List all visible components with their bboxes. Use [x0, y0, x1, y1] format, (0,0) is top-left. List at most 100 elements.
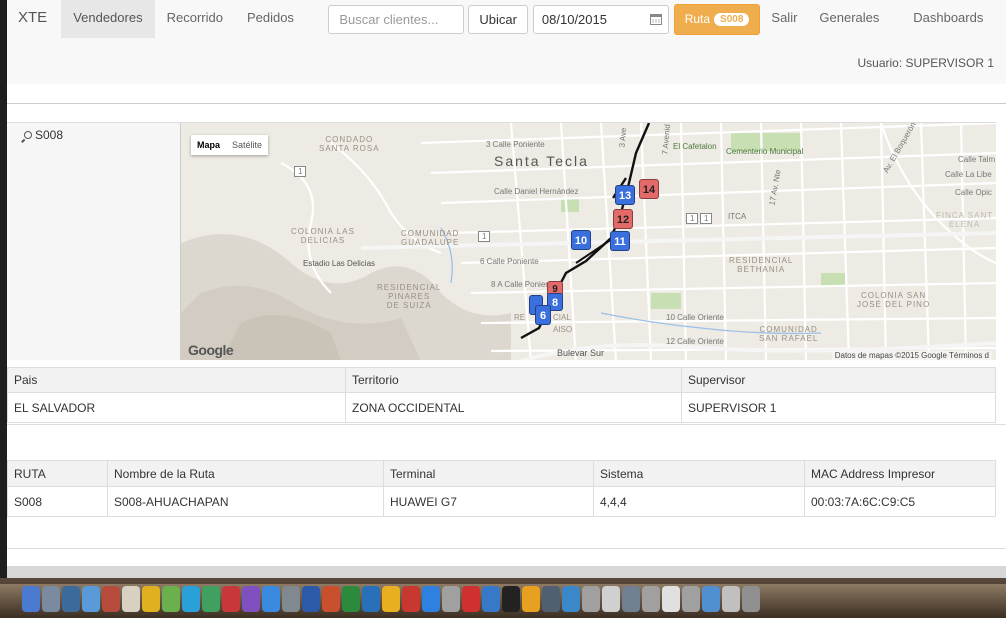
map-view[interactable]: Mapa Satélite CONDADO SANTA ROSA 3 Calle …: [181, 122, 996, 360]
excel-icon[interactable]: [342, 586, 360, 612]
calculator-icon[interactable]: [602, 586, 620, 612]
table-row: S008 S008-AHUACHAPAN HUAWEI G7 4,4,4 00:…: [7, 486, 996, 517]
google-logo: Google: [188, 342, 234, 358]
calendar-icon[interactable]: [102, 586, 120, 612]
route-marker[interactable]: 10: [571, 230, 591, 250]
map-label: RESIDENCIAL BETHANIA: [729, 256, 794, 274]
facetime-icon[interactable]: [202, 586, 220, 612]
map-label: Cementerio Municipal: [726, 147, 804, 156]
tools-icon[interactable]: [622, 586, 640, 612]
question4-icon[interactable]: [682, 586, 700, 612]
map-label: Calle La Libe: [945, 170, 992, 179]
contacts-icon[interactable]: [82, 586, 100, 612]
outlook-icon[interactable]: [362, 586, 380, 612]
finder-icon[interactable]: [22, 586, 40, 612]
map-label: Calle Talm: [958, 155, 996, 164]
header-mac: MAC Address Impresor: [804, 460, 996, 487]
cell-pais: EL SALVADOR: [7, 392, 346, 423]
trash-icon[interactable]: [742, 586, 760, 612]
map-label: 3 Ave: [617, 127, 629, 148]
nav-vendedores[interactable]: Vendedores: [61, 0, 155, 38]
nav-recorrido[interactable]: Recorrido: [155, 0, 235, 38]
mail2-icon[interactable]: [722, 586, 740, 612]
xcode-icon[interactable]: [482, 586, 500, 612]
brand-logo[interactable]: XTE: [7, 0, 61, 38]
appstore-icon[interactable]: [262, 586, 280, 612]
route-marker[interactable]: 6: [535, 305, 551, 325]
ruta-button[interactable]: Ruta S008: [673, 3, 761, 35]
map-label: Estadio Las Delicias: [303, 259, 376, 268]
header-ruta: RUTA: [7, 460, 108, 487]
nav-dashboards-label: Dashboards: [913, 10, 984, 25]
header-territorio: Territorio: [345, 367, 682, 393]
top-navbar: XTE Vendedores Recorrido Pedidos Ubicar …: [7, 0, 1006, 57]
chrome-icon[interactable]: [382, 586, 400, 612]
search-clients-input[interactable]: [328, 4, 465, 34]
route-marker[interactable]: 12: [613, 209, 633, 229]
map-label: RE: [514, 313, 526, 322]
finder2-icon[interactable]: [702, 586, 720, 612]
map-label: COLONIA LAS DELICIAS: [291, 227, 355, 245]
ruta-badge: S008: [714, 12, 750, 26]
calendar-icon[interactable]: [649, 13, 662, 25]
photobooth-icon[interactable]: [222, 586, 240, 612]
opera-icon[interactable]: [462, 586, 480, 612]
road-shield: 1: [686, 213, 699, 224]
route-marker[interactable]: 11: [610, 231, 630, 251]
header-sistema: Sistema: [593, 460, 805, 487]
maps-icon[interactable]: [162, 586, 180, 612]
terminal-icon[interactable]: [502, 586, 520, 612]
road-shield: 1: [478, 231, 491, 242]
powerpoint-icon[interactable]: [322, 586, 340, 612]
route-item-s008[interactable]: S008: [24, 128, 63, 142]
question2-icon[interactable]: [582, 586, 600, 612]
window-edge: [0, 0, 7, 590]
nav-right: Salir Generales Dashboards: [760, 0, 1006, 57]
ubicar-button[interactable]: Ubicar: [468, 4, 528, 34]
cell-terminal: HUAWEI G7: [383, 486, 594, 517]
question-icon[interactable]: [442, 586, 460, 612]
divider: [7, 103, 1006, 104]
mail-icon[interactable]: [62, 586, 80, 612]
itunes-icon[interactable]: [242, 586, 260, 612]
map-type-satelite[interactable]: Satélite: [226, 135, 268, 155]
textedit-icon[interactable]: [662, 586, 680, 612]
nav-pedidos-dropdown[interactable]: Pedidos: [235, 0, 318, 57]
cell-mac: 00:03:7A:6C:C9:C5: [804, 486, 996, 517]
map-attribution: Datos de mapas ©2015 Google Términos d: [831, 351, 992, 360]
map-city-label: Santa Tecla: [494, 153, 589, 169]
date-picker[interactable]: 08/10/2015: [532, 4, 669, 34]
chrome2-icon[interactable]: [522, 586, 540, 612]
map-label: 6 Calle Poniente: [480, 257, 539, 266]
map-label: 12 Calle Oriente: [666, 337, 724, 346]
monitor-icon[interactable]: [542, 586, 560, 612]
reminders-icon[interactable]: [142, 586, 160, 612]
supervisor-table: Pais Territorio Supervisor EL SALVADOR Z…: [7, 367, 996, 423]
route-table: RUTA Nombre de la Ruta Terminal Sistema …: [7, 460, 996, 517]
map-label: El Cafetalon: [673, 142, 717, 151]
notes-icon[interactable]: [122, 586, 140, 612]
route-list-panel: S008: [7, 122, 181, 360]
cell-sistema: 4,4,4: [593, 486, 805, 517]
messages-icon[interactable]: [182, 586, 200, 612]
preferences-icon[interactable]: [282, 586, 300, 612]
filezilla-icon[interactable]: [402, 586, 420, 612]
map-label: Calle Opic: [955, 188, 992, 197]
network-icon[interactable]: [562, 586, 580, 612]
question3-icon[interactable]: [642, 586, 660, 612]
nav-generales-dropdown[interactable]: Generales: [808, 0, 902, 57]
word-icon[interactable]: [302, 586, 320, 612]
ruta-label: Ruta: [684, 12, 711, 26]
map-label: CONDADO SANTA ROSA: [319, 135, 380, 153]
route-marker[interactable]: 13: [615, 185, 635, 205]
search-icon: [24, 131, 32, 139]
safari-icon[interactable]: [42, 586, 60, 612]
map-label: 3 Calle Poniente: [486, 140, 545, 149]
dropbox-icon[interactable]: [422, 586, 440, 612]
nav-dashboards-dropdown[interactable]: Dashboards: [902, 0, 1006, 57]
user-label: Usuario: SUPERVISOR 1: [857, 56, 995, 70]
route-marker[interactable]: 14: [639, 179, 659, 199]
map-type-mapa[interactable]: Mapa: [191, 135, 226, 155]
map-label: CIAL: [553, 313, 571, 322]
nav-salir[interactable]: Salir: [760, 0, 808, 38]
